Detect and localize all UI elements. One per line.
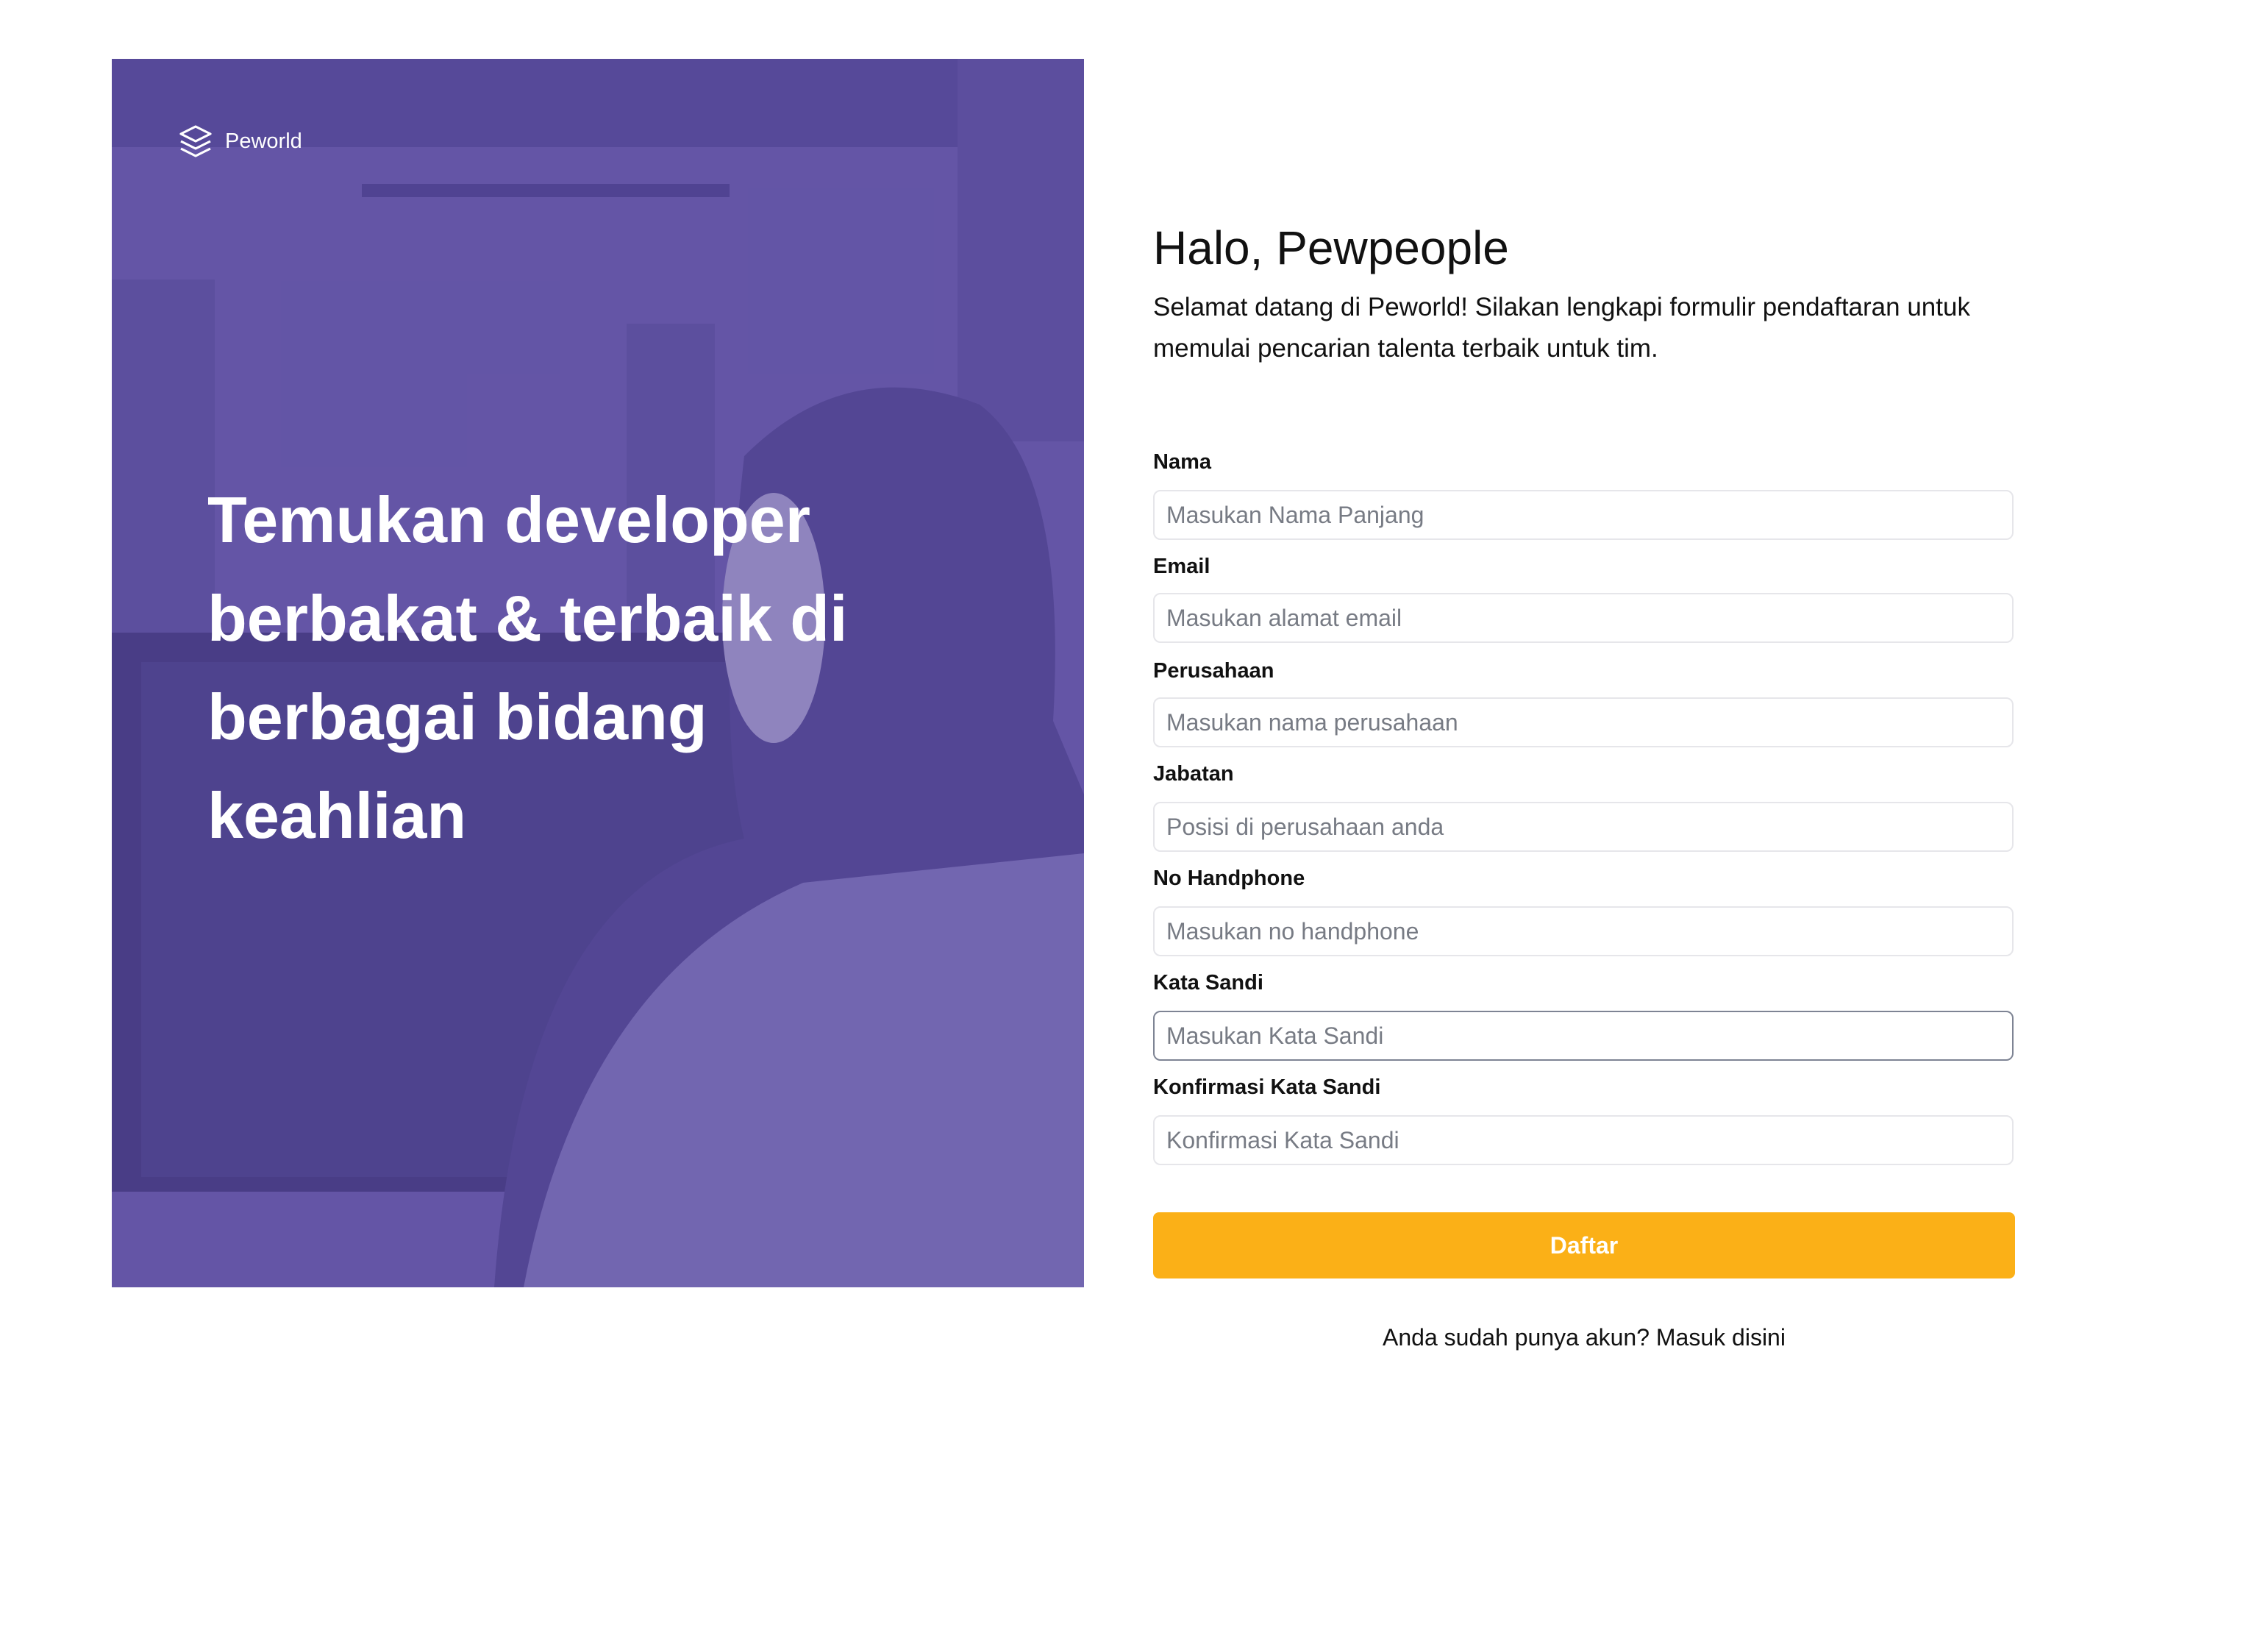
brand-logo[interactable]: Peworld	[178, 124, 302, 159]
password-label: Kata Sandi	[1153, 971, 1263, 995]
phone-input[interactable]	[1153, 906, 2014, 956]
login-link[interactable]: Anda sudah punya akun? Masuk disini	[1153, 1324, 2015, 1351]
email-label: Email	[1153, 555, 1210, 578]
company-input[interactable]	[1153, 697, 2014, 747]
form-title: Halo, Pewpeople	[1153, 221, 1509, 274]
brand-name: Peworld	[225, 129, 302, 153]
password-input[interactable]	[1153, 1011, 2014, 1061]
position-label: Jabatan	[1153, 762, 1234, 786]
form-subtitle: Selamat datang di Peworld! Silakan lengk…	[1153, 293, 1970, 363]
hero-panel: Peworld Temukan developer berbakat & ter…	[112, 59, 1084, 1287]
confirm-password-label: Konfirmasi Kata Sandi	[1153, 1075, 1381, 1099]
name-input[interactable]	[1153, 490, 2014, 540]
company-label: Perusahaan	[1153, 659, 1274, 683]
position-input[interactable]	[1153, 802, 2014, 852]
layers-logo-icon	[179, 125, 212, 157]
phone-label: No Handphone	[1153, 867, 1305, 890]
hero-headline: Temukan developer berbakat & terbaik di …	[207, 483, 848, 852]
confirm-password-input[interactable]	[1153, 1115, 2014, 1165]
name-label: Nama	[1153, 450, 1211, 474]
email-input[interactable]	[1153, 593, 2014, 643]
register-button[interactable]: Daftar	[1153, 1212, 2015, 1278]
